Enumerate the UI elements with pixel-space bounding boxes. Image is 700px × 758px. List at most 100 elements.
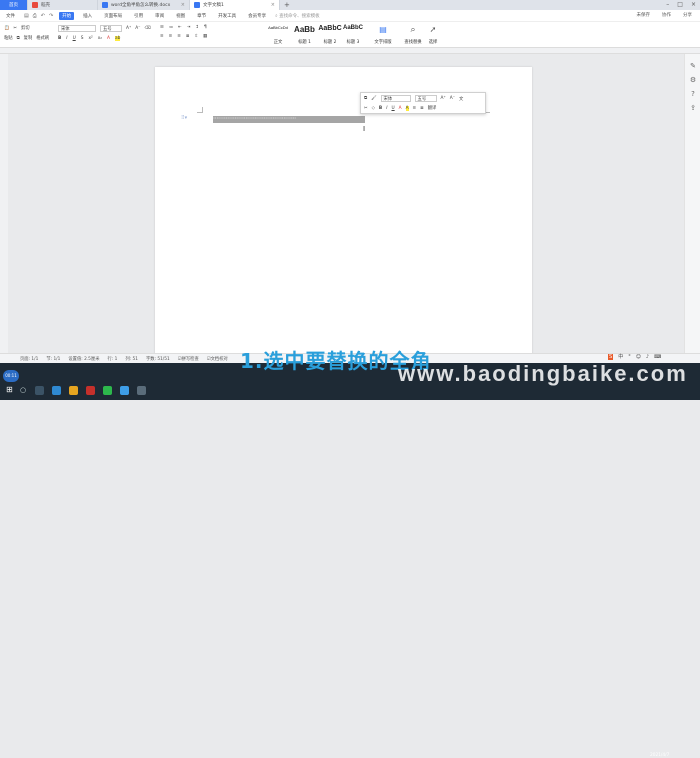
menu-home[interactable]: 开始 bbox=[59, 11, 75, 20]
vertical-ruler[interactable] bbox=[0, 54, 8, 354]
browser-icon[interactable] bbox=[120, 386, 129, 395]
select-button[interactable]: ➚ 选择 bbox=[425, 25, 441, 45]
tab-doc-current[interactable]: 文字文稿1 × bbox=[190, 0, 280, 10]
style-heading-2[interactable]: AaBbC 标题 2 bbox=[318, 25, 342, 45]
line-spacing-icon[interactable]: ⇳ bbox=[194, 34, 198, 39]
selected-text[interactable]: """"""""""""""""""""""""""""""""""""""""… bbox=[213, 116, 365, 123]
line-spacing-icon[interactable]: ≣ bbox=[420, 106, 424, 111]
tab-daoke[interactable]: 稻壳 bbox=[28, 0, 98, 10]
paste-button[interactable]: 粘贴 bbox=[4, 35, 13, 41]
search-icon[interactable]: ○ bbox=[20, 386, 26, 394]
undo-icon[interactable]: ↶ bbox=[41, 13, 45, 19]
wps-icon[interactable] bbox=[86, 386, 95, 395]
grow-font-icon[interactable]: A⁺ bbox=[126, 26, 131, 31]
sogou-ime-icon[interactable]: S bbox=[608, 353, 614, 360]
settings-icon[interactable]: ⚙ bbox=[689, 76, 697, 84]
tab-home[interactable]: 首页 bbox=[0, 0, 28, 10]
find-replace-button[interactable]: ⌕ 查找替换 bbox=[402, 25, 424, 45]
menu-section[interactable]: 章节 bbox=[194, 12, 209, 20]
menu-member[interactable]: 会员专享 bbox=[245, 12, 269, 20]
bold-button[interactable]: B bbox=[379, 106, 382, 111]
outdent-icon[interactable]: ⇤ bbox=[178, 25, 182, 30]
unsaved-status[interactable]: 未保存 bbox=[637, 12, 651, 18]
shrink-font-icon[interactable]: A⁻ bbox=[135, 26, 140, 31]
paragraph-handle-icon[interactable]: ⠿▾ bbox=[181, 115, 187, 121]
plus-icon[interactable]: + bbox=[280, 0, 294, 10]
status-words[interactable]: 字数: 51/51 bbox=[146, 356, 170, 362]
cut-button[interactable]: 剪切 bbox=[21, 25, 30, 31]
tab-doc-word[interactable]: word全角半角怎么转换.docx × bbox=[98, 0, 190, 10]
spell-check[interactable]: ☑拼写检查 bbox=[178, 356, 199, 362]
folder-icon[interactable] bbox=[69, 386, 78, 395]
task-view-icon[interactable] bbox=[35, 386, 44, 395]
share-button[interactable]: 分享 bbox=[683, 12, 692, 18]
align-left-icon[interactable]: ≡ bbox=[160, 34, 164, 39]
ime-mode-label[interactable]: 中 bbox=[618, 353, 623, 360]
help-icon[interactable]: ? bbox=[689, 90, 697, 98]
align-center-icon[interactable]: ≡ bbox=[169, 34, 173, 39]
redo-icon[interactable]: ↷ bbox=[49, 13, 53, 19]
status-page[interactable]: 页面: 1/1 bbox=[20, 356, 38, 362]
phonetic-icon[interactable]: 文 bbox=[459, 96, 463, 102]
app-icon[interactable] bbox=[137, 386, 146, 395]
menu-insert[interactable]: 插入 bbox=[80, 12, 95, 20]
doc-proof[interactable]: ☑文档校对 bbox=[207, 356, 228, 362]
close-window-icon[interactable]: × bbox=[691, 1, 696, 8]
font-name-select[interactable]: 宋体 bbox=[58, 25, 96, 32]
show-marks-icon[interactable]: ¶ bbox=[204, 25, 207, 30]
float-font-name[interactable]: 宋体 bbox=[380, 95, 411, 102]
italic-button[interactable]: I bbox=[386, 106, 387, 111]
windows-start-icon[interactable]: ⊞ bbox=[6, 385, 15, 394]
menu-references[interactable]: 引用 bbox=[131, 12, 146, 20]
minimize-icon[interactable]: – bbox=[666, 1, 669, 8]
menu-file[interactable]: 文件 bbox=[3, 12, 18, 20]
clear-icon[interactable]: ◇ bbox=[372, 106, 375, 111]
punctuation-icon[interactable]: ° bbox=[628, 354, 631, 360]
menu-review[interactable]: 审阅 bbox=[152, 12, 167, 20]
numbering-icon[interactable]: ≔ bbox=[169, 25, 173, 30]
style-heading-3[interactable]: AaBbC 标题 3 bbox=[342, 25, 364, 45]
maximize-icon[interactable]: □ bbox=[677, 1, 683, 8]
font-color-icon[interactable]: A bbox=[399, 106, 402, 111]
avatar[interactable]: 00:11 bbox=[3, 370, 19, 382]
horizontal-ruler[interactable] bbox=[0, 48, 700, 54]
style-heading-1[interactable]: AaBb 标题 1 bbox=[291, 25, 318, 45]
edit-icon[interactable]: ✎ bbox=[689, 62, 697, 70]
bullets-icon[interactable]: ☰ bbox=[160, 25, 164, 30]
collaborate-button[interactable]: 协作 bbox=[662, 12, 671, 18]
underline-button[interactable]: U bbox=[391, 106, 394, 111]
float-font-size[interactable]: 五号 bbox=[414, 95, 437, 102]
border-icon[interactable]: ▦ bbox=[203, 34, 207, 39]
wechat-icon[interactable] bbox=[103, 386, 112, 395]
close-icon[interactable]: × bbox=[181, 2, 185, 8]
highlight-icon[interactable]: A bbox=[405, 105, 409, 111]
cut-icon[interactable]: ✂ bbox=[364, 106, 368, 111]
align-icon[interactable]: ≡ bbox=[413, 106, 417, 111]
print-icon[interactable]: ⎙ bbox=[33, 13, 37, 19]
share-side-icon[interactable]: ⇪ bbox=[689, 104, 697, 112]
align-right-icon[interactable]: ≡ bbox=[177, 34, 181, 39]
emoji-icon[interactable]: ☺ bbox=[636, 354, 641, 360]
translate-button[interactable]: 翻译 bbox=[428, 105, 437, 111]
text-layout-button[interactable]: ▤ 文字排版 bbox=[372, 25, 394, 45]
taskbar-clock[interactable]: 2021/4/7 bbox=[650, 753, 669, 758]
grow-font-icon[interactable]: A⁺ bbox=[441, 96, 446, 101]
format-painter-icon[interactable]: 🖌 bbox=[371, 96, 376, 101]
save-icon[interactable]: ▤ bbox=[24, 13, 29, 19]
italic-icon[interactable]: I bbox=[66, 36, 67, 41]
superscript-icon[interactable]: x² bbox=[88, 36, 92, 41]
format-painter-button[interactable]: 格式刷 bbox=[36, 35, 49, 41]
subscript-icon[interactable]: x₂ bbox=[98, 36, 102, 41]
close-icon[interactable]: × bbox=[271, 2, 275, 8]
sort-icon[interactable]: ↕ bbox=[195, 25, 199, 30]
style-normal[interactable]: AaBbCcDd 正文 bbox=[266, 25, 290, 45]
justify-icon[interactable]: ≣ bbox=[186, 34, 190, 39]
paste-icon[interactable]: 📋 bbox=[4, 26, 9, 31]
menu-layout[interactable]: 页面布局 bbox=[101, 12, 125, 20]
indent-icon[interactable]: ⇥ bbox=[187, 25, 191, 30]
shrink-font-icon[interactable]: A⁻ bbox=[450, 96, 455, 101]
menu-developer[interactable]: 开发工具 bbox=[215, 12, 239, 20]
clear-format-icon[interactable]: ⌫ bbox=[144, 26, 150, 31]
style-icon[interactable]: ⧉ bbox=[364, 96, 367, 101]
underline-icon[interactable]: U bbox=[73, 36, 76, 41]
